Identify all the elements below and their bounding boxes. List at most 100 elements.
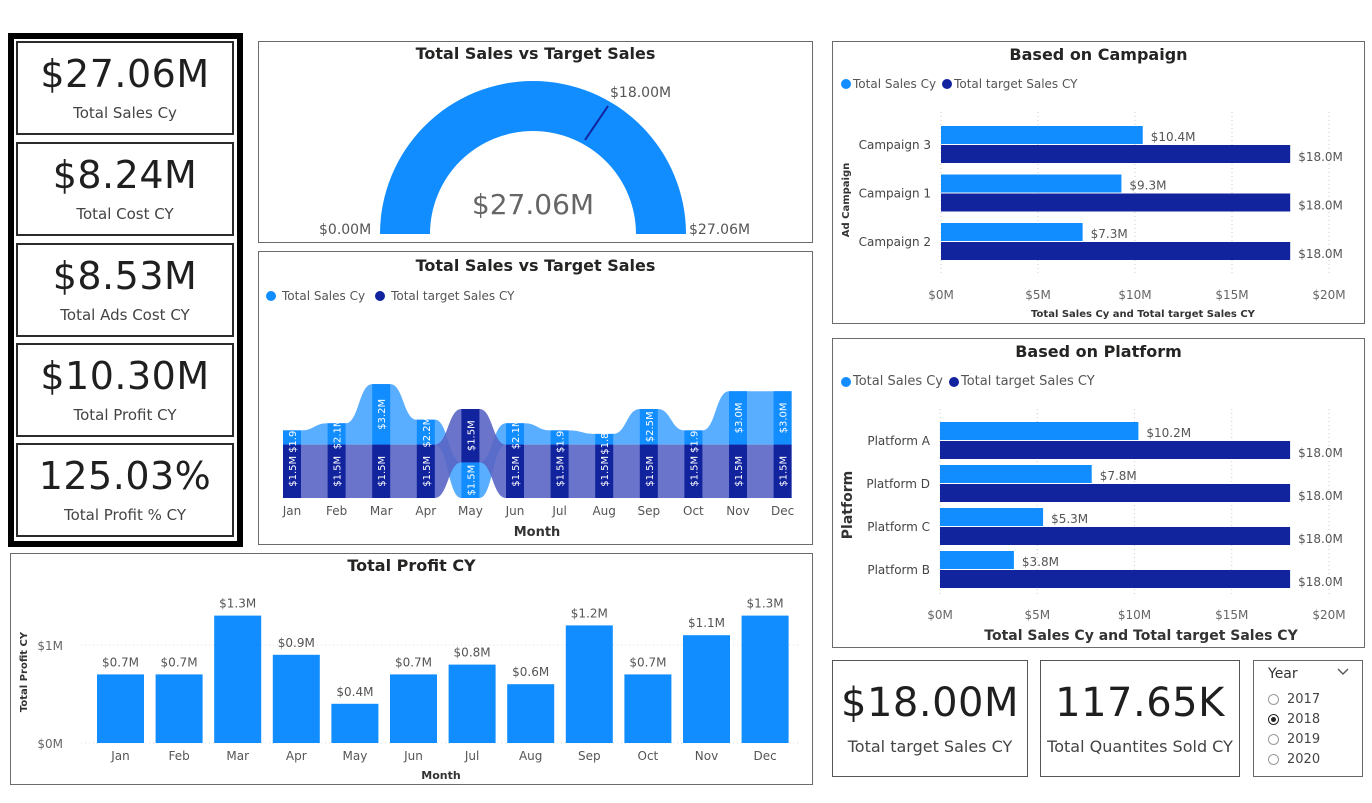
campaign-panel[interactable]: Based on Campaign Total Sales Cy Total t… [832,41,1365,324]
data-label: $1.3M [219,597,256,611]
x-tick-label: $0M [927,608,953,622]
bar-sales [940,551,1014,569]
kpi-label: Total Profit CY [73,405,177,424]
data-label: $1.5M [511,456,522,487]
bar-sales [940,465,1092,483]
kpi-value: $8.24M [52,153,198,198]
profit-bar [155,674,203,743]
gauge-chart: $27.06M $0.00M $27.06M $18.00M [319,81,750,238]
x-tick-label: Sep [578,749,601,763]
profit-bar [741,615,789,743]
x-tick-label: Jan [282,504,302,518]
kpi-value: 117.65K [1055,680,1225,726]
data-label: $0.8M [454,646,491,660]
kpi-value: $10.30M [40,354,210,399]
data-label: $1.5M [422,456,433,487]
x-tick-label: Aug [592,504,615,518]
y-tick-label: Platform A [867,434,930,448]
kpi-value: $8.53M [52,254,198,299]
x-tick-label: Aug [519,749,542,763]
bar-target [941,193,1291,212]
x-tick-label: Mar [226,749,249,763]
data-label: $1.5M [288,456,299,487]
data-label: $7.8M [1100,469,1137,483]
x-tick-label: $5M [1024,608,1050,622]
slicer-option-label: 2018 [1287,711,1321,727]
kpi-value: $27.06M [40,52,210,97]
slicer-option-2017[interactable]: 2017 [1268,689,1320,709]
kpi-card-target-sales: $18.00M Total target Sales CY [832,660,1028,777]
bar-sales [941,126,1143,144]
x-tick-label: Nov [695,749,718,763]
kpi-card-quantity-sold: 117.65K Total Quantites Sold CY [1040,660,1240,777]
kpi-card-total-sales: $27.06M Total Sales Cy [16,41,234,135]
kpi-label: Total target Sales CY [847,737,1013,756]
data-label: $2.1M [511,418,522,449]
data-label: $1.5M [600,456,611,487]
bar-sales [940,508,1044,526]
gauge-value: $27.06M [472,188,594,221]
data-label: $1.5M [779,456,790,487]
bar-sales [941,174,1122,193]
data-label: $2.5M [645,411,656,442]
gauge-panel[interactable]: Total Sales vs Target Sales $27.06M $0.0… [258,41,813,243]
x-axis-title: Total Sales Cy and Total target Sales CY [984,628,1298,644]
data-label: $1.3M [747,597,784,611]
profit-panel[interactable]: Total Profit CY $0M $1M $0.7M Jan $0.7M Feb $1… [10,553,813,785]
kpi-card-total-cost: $8.24M Total Cost CY [16,142,234,236]
x-tick-label: Dec [753,749,776,763]
data-label: $1.2M [571,606,608,620]
year-slicer[interactable]: Year 2017 2018 2019 2020 [1253,660,1363,777]
data-label: $3.0M [779,402,790,433]
x-tick-label: $10M [1118,608,1151,622]
x-axis-title: Total Sales Cy and Total target Sales CY [1031,309,1256,320]
x-tick-label: Oct [683,504,704,518]
data-label: $9.3M [1129,179,1166,193]
x-tick-label: $20M [1312,608,1345,622]
profit-bar [390,674,437,743]
bar-sales [940,422,1139,440]
kpi-label: Total Sales Cy [73,103,177,122]
data-label: $1.5M [645,456,656,487]
x-tick-label: $20M [1312,288,1345,302]
data-label: $2.1M [333,418,344,449]
data-label: $0.7M [161,655,198,669]
bar-target [940,527,1291,545]
platform-panel[interactable]: Based on Platform Total Sales Cy Total t… [832,338,1365,648]
data-label: $2.2M [422,417,433,448]
data-label: $1.5M [466,420,477,451]
slicer-option-2019[interactable]: 2019 [1268,729,1320,749]
y-tick-label: Campaign 3 [859,138,931,152]
profit-bar [97,674,144,743]
slicer-option-2020[interactable]: 2020 [1268,749,1320,769]
data-label: $1.5M [333,456,344,487]
x-tick-label: May [458,504,483,518]
bar-sales [941,223,1083,241]
profit-bar [214,615,262,743]
x-tick-label: $15M [1215,288,1248,302]
slicer-title: Year [1268,666,1298,682]
kpi-label: Total Quantites Sold CY [1047,737,1233,756]
gauge-min-label: $0.00M [319,222,371,238]
chevron-down-icon[interactable] [1336,665,1350,683]
data-label: $1.8M [600,424,611,455]
kpi-value: 125.03% [38,454,212,499]
profit-bar [331,703,379,743]
radio-icon [1268,753,1279,765]
x-tick-label: Jun [505,504,525,518]
ribbon-panel[interactable]: Total Sales vs Target Sales Total Sales … [258,251,813,545]
bar-target [940,570,1291,588]
x-axis-title: Month [421,769,460,782]
x-tick-label: May [342,749,367,763]
kpi-card-total-ads-cost: $8.53M Total Ads Cost CY [16,243,234,337]
gauge-target-label: $18.00M [610,85,671,101]
slicer-option-2018[interactable]: 2018 [1268,709,1320,729]
radio-selected-icon [1268,713,1279,725]
campaign-chart: $0M $5M $10M $15M $20M $10.4M $18.0M Campaign 3… [841,112,1346,320]
profit-bar [624,674,672,743]
profit-bar [272,654,320,743]
x-tick-label: Apr [286,749,307,763]
data-label: $1.1M [688,616,725,630]
slicer-option-label: 2017 [1287,691,1321,707]
x-tick-label: Jul [551,504,566,518]
